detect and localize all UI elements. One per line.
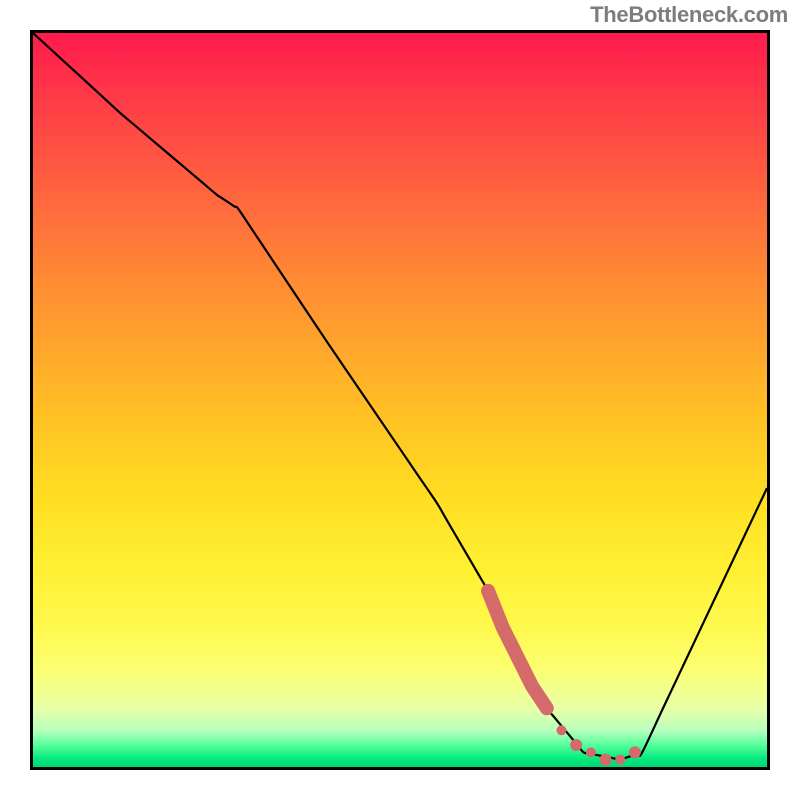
highlight-dot bbox=[600, 754, 612, 766]
bottleneck-curve-path bbox=[33, 33, 767, 760]
chart-svg bbox=[33, 33, 767, 767]
chart-container: TheBottleneck.com bbox=[0, 0, 800, 800]
highlight-thick-stroke bbox=[488, 591, 547, 708]
highlight-dot bbox=[615, 755, 625, 765]
highlight-dot bbox=[556, 725, 566, 735]
highlight-segment-group bbox=[488, 591, 641, 766]
highlight-dot bbox=[570, 739, 582, 751]
plot-area bbox=[30, 30, 770, 770]
highlight-dot bbox=[629, 746, 641, 758]
attribution-label: TheBottleneck.com bbox=[590, 2, 788, 28]
highlight-dot bbox=[586, 747, 596, 757]
